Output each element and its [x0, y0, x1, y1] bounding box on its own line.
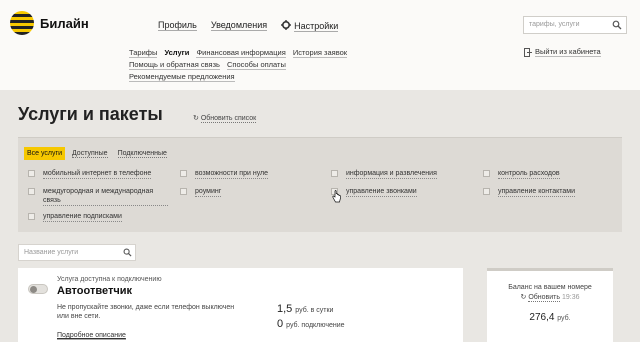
- page-title: Услуги и пакеты: [18, 104, 163, 124]
- gear-icon: [281, 20, 292, 30]
- search-icon[interactable]: [123, 248, 132, 257]
- service-toggle[interactable]: [28, 284, 48, 294]
- balance-value: 276,4: [529, 312, 555, 323]
- filter-spending-control[interactable]: контроль расходов: [483, 169, 560, 179]
- service-search-placeholder: Название услуги: [24, 249, 79, 256]
- checkbox[interactable]: [28, 188, 35, 195]
- settings-link[interactable]: Настройки: [294, 21, 339, 32]
- balance-timestamp: 19:36: [561, 294, 580, 301]
- service-name: Автоответчик: [57, 285, 132, 297]
- filter-call-management[interactable]: управление звонками: [331, 187, 417, 197]
- filter-label: управление подписками: [43, 213, 122, 222]
- logout-link[interactable]: Выйти из кабинета: [535, 47, 601, 57]
- filter-label: роуминг: [195, 188, 222, 197]
- checkbox[interactable]: [483, 188, 490, 195]
- connection-price: 0 руб. подключение: [277, 318, 345, 330]
- top-nav: Профиль Уведомления Настройки: [158, 20, 339, 32]
- filter-info-entertainment[interactable]: информация и развлечения: [331, 169, 437, 179]
- settings-link-wrap[interactable]: Настройки: [281, 20, 339, 32]
- filter-label: мобильный интернет в телефоне: [43, 170, 152, 179]
- checkbox[interactable]: [180, 188, 187, 195]
- checkbox[interactable]: [28, 170, 35, 177]
- header: Билайн Профиль Уведомления Настройки тар…: [0, 0, 640, 90]
- checkbox[interactable]: [483, 170, 490, 177]
- connection-price-value: 0: [277, 318, 284, 330]
- filter-label: управление звонками: [346, 188, 417, 197]
- subnav-services[interactable]: Услуги: [164, 48, 189, 57]
- logo-mark-icon: [10, 11, 34, 35]
- subnav-recommended[interactable]: Рекомендуемые предложения: [129, 72, 235, 82]
- subnav-history[interactable]: История заявок: [292, 48, 348, 58]
- search-placeholder: тарифы, услуги: [529, 21, 580, 28]
- filter-long-distance[interactable]: междугородная и международная связь: [28, 187, 168, 206]
- filter-mobile-internet[interactable]: мобильный интернет в телефоне: [28, 169, 152, 179]
- filter-label: междугородная и международная связь: [43, 187, 168, 206]
- balance-title: Баланс на вашем номере: [508, 284, 592, 291]
- filter-label: контроль расходов: [498, 170, 560, 179]
- profile-link[interactable]: Профиль: [158, 20, 197, 31]
- filter-zero-balance[interactable]: возможности при нуле: [180, 169, 269, 179]
- balance-refresh-link[interactable]: Обновить: [528, 294, 561, 302]
- subnav-help[interactable]: Помощь и обратная связь: [129, 60, 220, 70]
- connection-price-unit: руб. подключение: [286, 322, 345, 329]
- checkbox[interactable]: [28, 213, 35, 220]
- search-icon[interactable]: [612, 20, 622, 30]
- refresh-list-link[interactable]: ↻ Обновить список: [193, 114, 257, 123]
- brand-name: Билайн: [40, 15, 89, 31]
- hand-cursor-icon: [332, 190, 341, 203]
- beeline-logo[interactable]: Билайн: [10, 11, 89, 35]
- tab-available-label: Доступные: [71, 150, 108, 158]
- subnav-tariffs[interactable]: Тарифы: [129, 48, 158, 58]
- checkbox[interactable]: [331, 170, 338, 177]
- detailed-description-link[interactable]: Подробное описание: [57, 332, 126, 340]
- daily-price: 1,5 руб. в сутки: [277, 303, 333, 315]
- filter-contact-management[interactable]: управление контактами: [483, 187, 576, 197]
- tab-all-services[interactable]: Все услуги: [24, 147, 65, 160]
- filter-label: управление контактами: [498, 188, 576, 197]
- refresh-list-label: Обновить список: [200, 115, 257, 123]
- filter-label: информация и развлечения: [346, 170, 437, 179]
- availability-status: Услуга доступна к подключению: [57, 276, 162, 283]
- service-card: Услуга доступна к подключению Автоответч…: [18, 268, 463, 342]
- balance-widget: Баланс на вашем номере ↻ Обновить 19:36 …: [487, 268, 613, 342]
- service-description: Не пропускайте звонки, даже если телефон…: [57, 304, 235, 320]
- service-search-input[interactable]: Название услуги: [18, 244, 136, 261]
- notifications-link[interactable]: Уведомления: [210, 20, 268, 31]
- filter-roaming[interactable]: роуминг: [180, 187, 222, 197]
- subnav-finance[interactable]: Финансовая информация: [196, 48, 286, 58]
- sub-nav: Тарифы Услуги Финансовая информация Исто…: [129, 47, 389, 83]
- logout[interactable]: Выйти из кабинета: [524, 47, 601, 57]
- filter-panel: Все услуги Доступные Подключенные мобиль…: [18, 137, 622, 232]
- refresh-icon: ↻: [193, 115, 201, 122]
- tab-connected[interactable]: Подключенные: [115, 147, 170, 160]
- subnav-payment[interactable]: Способы оплаты: [227, 60, 286, 70]
- filter-label: возможности при нуле: [195, 170, 269, 179]
- checkbox[interactable]: [180, 170, 187, 177]
- daily-price-unit: руб. в сутки: [295, 307, 334, 314]
- filter-tabs: Все услуги Доступные Подключенные: [24, 147, 170, 160]
- balance-refresh[interactable]: ↻ Обновить 19:36: [487, 293, 613, 302]
- tab-available[interactable]: Доступные: [69, 147, 111, 160]
- filter-subscriptions[interactable]: управление подписками: [28, 212, 122, 222]
- tab-connected-label: Подключенные: [117, 150, 167, 158]
- search-input[interactable]: тарифы, услуги: [523, 16, 627, 34]
- balance-currency: руб.: [557, 315, 571, 322]
- balance-amount: 276,4 руб.: [487, 312, 613, 323]
- exit-door-icon: [524, 47, 532, 57]
- daily-price-value: 1,5: [277, 303, 293, 315]
